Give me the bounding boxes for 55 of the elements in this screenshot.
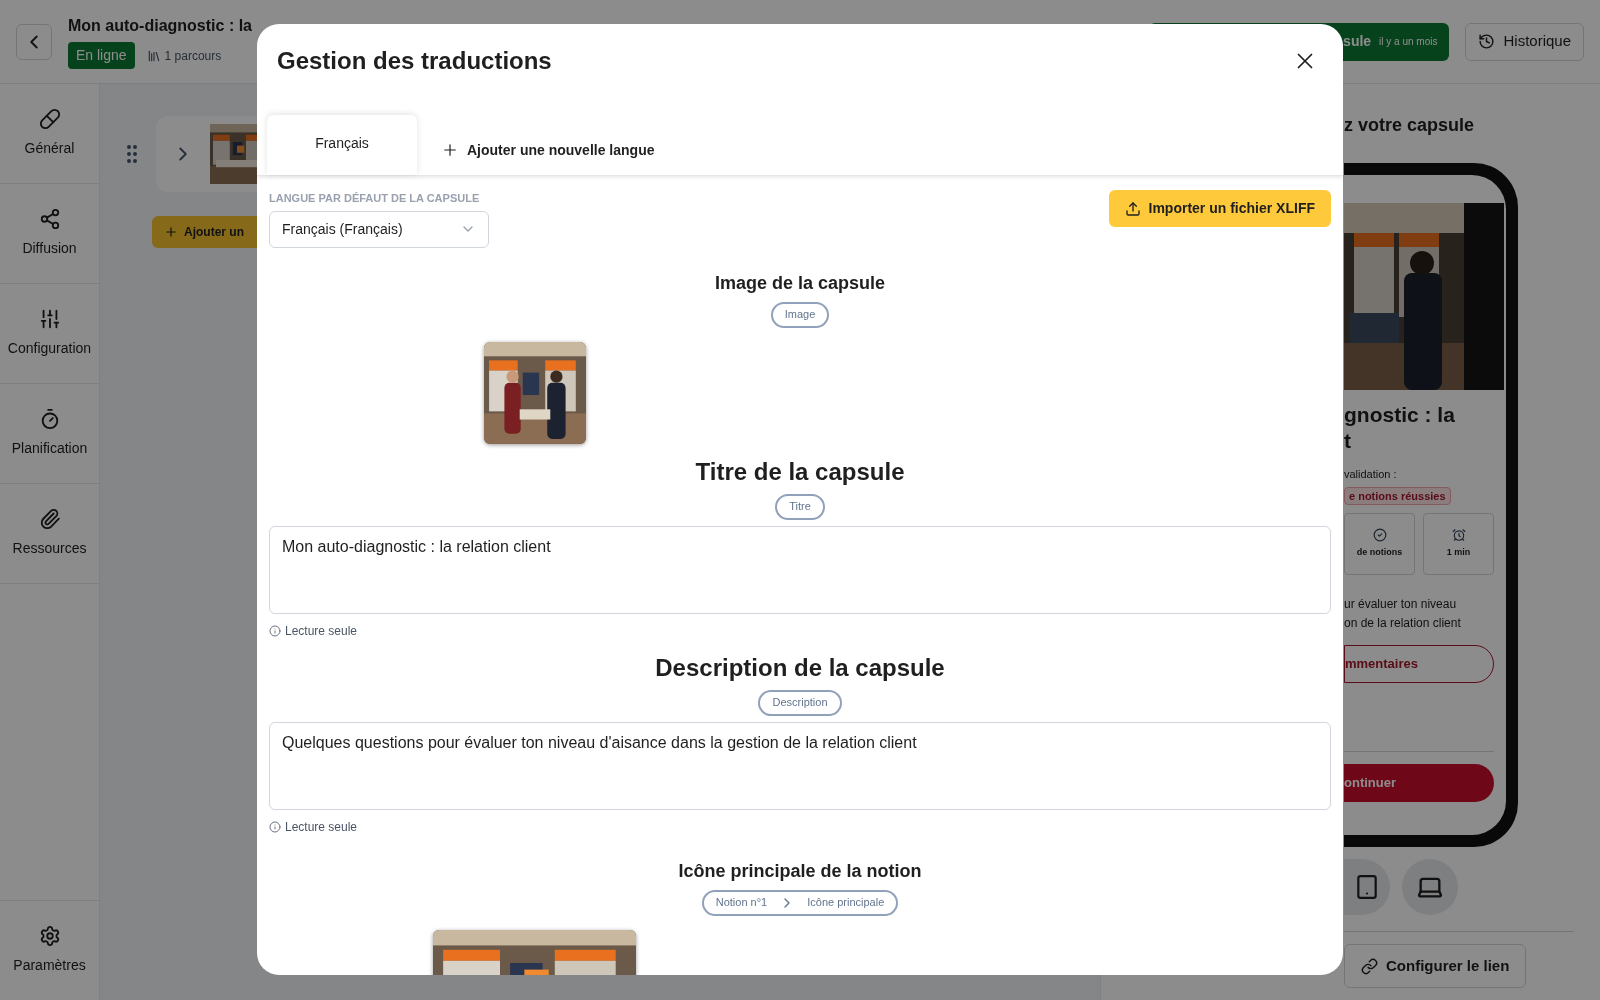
preview-title: gnostic : la t [1344,402,1456,454]
laptop-icon[interactable] [1402,859,1458,915]
info-icon [269,820,281,833]
section-title: Description de la capsule [655,653,945,682]
check-icon [1372,528,1387,543]
field-tag: Description [758,689,842,716]
sidebar-icon [38,208,61,230]
info-icon [269,624,281,637]
sidebar-icon [38,508,61,530]
sidebar-icon [38,308,61,330]
settings-item[interactable]: Paramètres [0,900,99,1000]
sidebar-item[interactable]: Planification [0,384,99,484]
import-xliff-button[interactable]: Importer un fichier XLIFF [1108,190,1331,227]
stat-card: 1 min [1423,513,1494,575]
read-only-note: Lecture seule [285,818,358,836]
validation-label: validation : [1344,467,1398,482]
history-icon [1478,33,1496,50]
plus-icon [164,225,178,239]
capsule-title: Mon auto-diagnostic : la [68,16,252,36]
field-tag: Titre [775,493,825,520]
tablet-icon[interactable] [1344,859,1390,915]
language-tab[interactable]: Français [267,115,417,175]
plus-icon [441,141,459,159]
validation-badge: e notions réussies [1344,486,1451,505]
sidebar-item[interactable]: Configuration [0,284,99,384]
section-title: Icône principale de la notion [678,859,922,882]
sidebar-item[interactable]: Ressources [0,484,99,584]
continue-button[interactable]: ontinuer [1344,764,1494,802]
back-button[interactable] [16,23,52,60]
alarm-icon [1451,528,1466,543]
preview-heading: z votre capsule [1344,114,1476,137]
preview-description: ur évaluer ton niveau on de la relation client [1344,596,1462,632]
status-badge: En ligne [68,42,135,69]
history-button[interactable]: Historique [1465,22,1584,61]
default-language-label: LANGUE PAR DÉFAUT DE LA CAPSULE [269,191,481,206]
read-only-note: Lecture seule [285,622,358,640]
language-select[interactable]: Français (Français) [269,210,489,248]
parcours-count: 1 parcours [164,47,222,65]
link-icon [1361,957,1378,975]
field-tag: Notion n°1 Icône principale [701,889,899,916]
books-icon [146,48,161,63]
section-title: Image de la capsule [714,271,886,294]
add-language-button[interactable]: Ajouter une nouvelle langue [417,125,679,175]
sidebar-icon [38,108,61,130]
stat-card: de notions [1344,513,1415,575]
upload-icon [1124,200,1141,217]
field-tag: Image [770,301,830,328]
section-title: Titre de la capsule [695,457,905,486]
dialog-title: Gestion des traductions [277,46,552,76]
settings-icon [38,925,61,947]
text-field[interactable]: Quelques questions pour évaluer ton niveau d'aisance dans la gestion de la relation client [269,721,1331,810]
text-field[interactable]: Mon auto-diagnostic : la relation client [269,525,1331,614]
sidebar-item[interactable]: Diffusion [0,184,99,284]
configure-link-button[interactable]: Configurer le lien [1344,944,1527,988]
sidebar-item[interactable]: Général [0,84,99,184]
